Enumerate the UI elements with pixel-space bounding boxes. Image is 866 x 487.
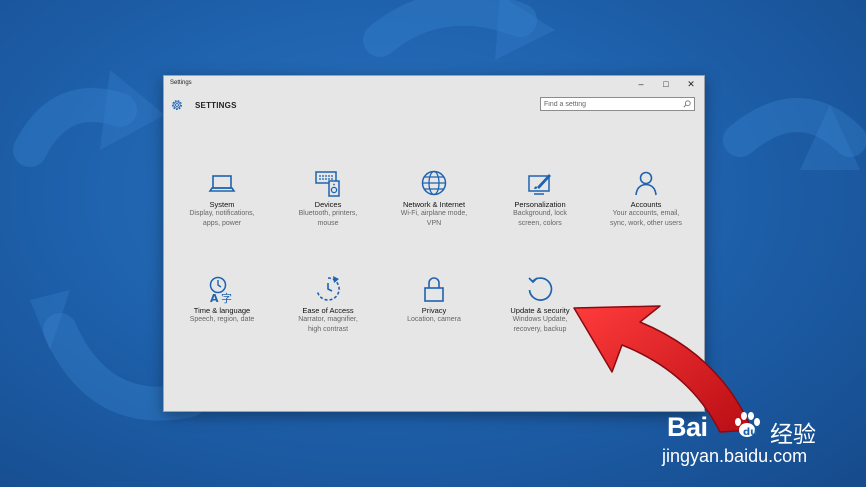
title-bar[interactable]: Settings – □ ✕: [164, 76, 704, 92]
devices-icon: [315, 171, 340, 197]
category-accounts[interactable]: Accounts Your accounts, email, sync, wor…: [596, 168, 696, 229]
category-description: sync, work, other users: [610, 220, 682, 227]
category-update-security[interactable]: Update & security Windows Update, recove…: [490, 274, 590, 335]
globe-icon: [421, 170, 447, 196]
person-icon: [635, 171, 657, 196]
category-description: Windows Update,: [512, 316, 568, 323]
category-privacy[interactable]: Privacy Location, camera: [384, 274, 484, 325]
watermark-cn: 经验: [770, 421, 816, 447]
category-description: screen, colors: [518, 220, 562, 227]
category-description: Location, camera: [407, 316, 461, 323]
language-icon: A 字: [209, 276, 232, 304]
search-icon[interactable]: [683, 100, 691, 108]
page-title: SETTINGS: [195, 101, 237, 110]
category-title: Update & security: [510, 306, 570, 315]
svg-text:A: A: [210, 292, 219, 304]
watermark-logo: Bai: [667, 412, 708, 442]
category-description: high contrast: [307, 326, 349, 333]
minimize-button[interactable]: –: [634, 78, 648, 90]
category-description: Display, notifications,: [189, 210, 255, 217]
category-devices[interactable]: Devices Bluetooth, printers, mouse: [278, 168, 378, 229]
svg-text:字: 字: [221, 291, 232, 304]
category-title: Personalization: [514, 200, 566, 209]
paw-icon: du: [735, 412, 760, 438]
watermark: Bai du 经验 jingyan.baidu.com: [662, 408, 862, 478]
category-ease-of-access[interactable]: Ease of Access Narrator, magnifier, high…: [278, 274, 378, 335]
category-description: Your accounts, email,: [612, 210, 680, 217]
category-description: Wi-Fi, airplane mode,: [400, 210, 468, 217]
category-description: Narrator, magnifier,: [298, 316, 358, 323]
gear-icon: [172, 100, 182, 110]
paint-icon: [528, 174, 551, 195]
category-title: Privacy: [421, 306, 447, 315]
category-description: apps, power: [202, 220, 242, 227]
window-title: Settings: [170, 80, 192, 86]
category-title: Ease of Access: [302, 306, 354, 315]
category-network-internet[interactable]: Network & Internet Wi-Fi, airplane mode,…: [384, 168, 484, 229]
category-title: Accounts: [630, 200, 662, 209]
search-input[interactable]: [544, 99, 680, 109]
category-system[interactable]: System Display, notifications, apps, pow…: [172, 168, 272, 229]
category-time-language[interactable]: A 字 Time & language Speech, region, date: [172, 274, 272, 325]
lock-icon: [424, 277, 444, 302]
maximize-button[interactable]: □: [659, 78, 673, 90]
category-description: Bluetooth, printers,: [298, 210, 358, 217]
category-title: Time & language: [193, 306, 251, 315]
refresh-icon: [528, 277, 553, 301]
ease-of-access-icon: [316, 276, 340, 301]
category-title: Network & Internet: [402, 200, 466, 209]
category-personalization[interactable]: Personalization Background, lock screen,…: [490, 168, 590, 229]
category-description: recovery, backup: [513, 326, 567, 333]
category-description: VPN: [426, 220, 442, 227]
watermark-url: jingyan.baidu.com: [662, 446, 808, 466]
search-box[interactable]: [540, 97, 695, 111]
category-title: System: [209, 200, 235, 209]
close-button[interactable]: ✕: [684, 78, 698, 90]
svg-text:du: du: [743, 427, 757, 438]
category-description: mouse: [317, 220, 339, 227]
laptop-icon: [208, 175, 236, 192]
category-description: Speech, region, date: [189, 316, 255, 323]
settings-window: Settings – □ ✕ SETTINGS System Display, …: [163, 75, 705, 412]
category-title: Devices: [314, 200, 342, 209]
category-description: Background, lock: [513, 210, 567, 217]
